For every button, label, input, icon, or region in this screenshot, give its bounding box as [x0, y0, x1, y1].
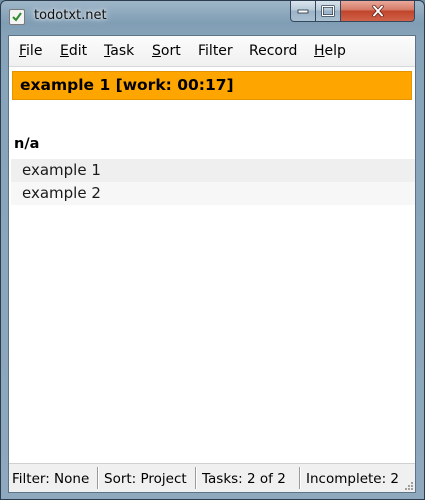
menu-file-accel: F: [19, 43, 27, 59]
active-task-text: example 1 [work: 00:17]: [20, 76, 234, 94]
app-window: todotxt.net File Edit Task Sort Filter R…: [0, 0, 425, 500]
status-incomplete: Incomplete: 2: [306, 471, 400, 487]
checkbox-icon[interactable]: [9, 9, 25, 25]
maximize-icon: [321, 5, 335, 17]
status-divider: [97, 467, 98, 489]
minimize-button[interactable]: [290, 1, 316, 22]
status-divider: [195, 467, 196, 489]
client-area: File Edit Task Sort Filter Record Help e…: [8, 35, 416, 493]
menu-help[interactable]: Help: [314, 43, 346, 59]
maximize-button[interactable]: [315, 1, 341, 22]
menu-file[interactable]: File: [19, 43, 42, 59]
status-sort: Sort: Project: [104, 471, 187, 487]
menu-file-label: ile: [26, 43, 43, 59]
active-task-banner[interactable]: example 1 [work: 00:17]: [12, 71, 412, 100]
menu-help-accel: H: [314, 43, 325, 59]
menu-sort-accel: S: [152, 43, 161, 59]
menu-edit-label: dit: [68, 43, 88, 59]
menu-bar: File Edit Task Sort Filter Record Help: [9, 36, 415, 67]
menu-sort[interactable]: Sort: [152, 43, 181, 59]
menu-edit[interactable]: Edit: [60, 43, 87, 59]
status-divider: [299, 467, 300, 489]
status-bar: Filter: None Sort: Project Tasks: 2 of 2…: [9, 463, 415, 492]
menu-edit-accel: E: [60, 43, 69, 59]
title-bar[interactable]: todotxt.net: [1, 1, 424, 35]
minimize-icon: [297, 9, 309, 14]
caption-buttons: [290, 1, 416, 23]
menu-help-label: elp: [324, 43, 346, 59]
group-header: n/a: [14, 136, 40, 152]
menu-sort-label: ort: [160, 43, 181, 59]
close-button[interactable]: [340, 1, 415, 22]
close-icon: [371, 5, 384, 17]
list-item[interactable]: example 2: [11, 182, 415, 205]
status-filter: Filter: None: [12, 471, 90, 487]
status-tasks: Tasks: 2 of 2: [202, 471, 286, 487]
resize-grip-icon[interactable]: [404, 481, 414, 491]
list-item[interactable]: example 1: [11, 159, 415, 182]
task-list: example 1 example 2: [11, 159, 415, 205]
menu-task[interactable]: Task: [104, 43, 134, 59]
menu-record[interactable]: Record: [249, 43, 297, 59]
menu-filter[interactable]: Filter: [198, 43, 233, 59]
window-title: todotxt.net: [34, 8, 107, 23]
menu-task-label: ask: [110, 43, 135, 59]
menu-record-label: Record: [249, 43, 298, 59]
menu-filter-label: Filter: [198, 43, 233, 59]
